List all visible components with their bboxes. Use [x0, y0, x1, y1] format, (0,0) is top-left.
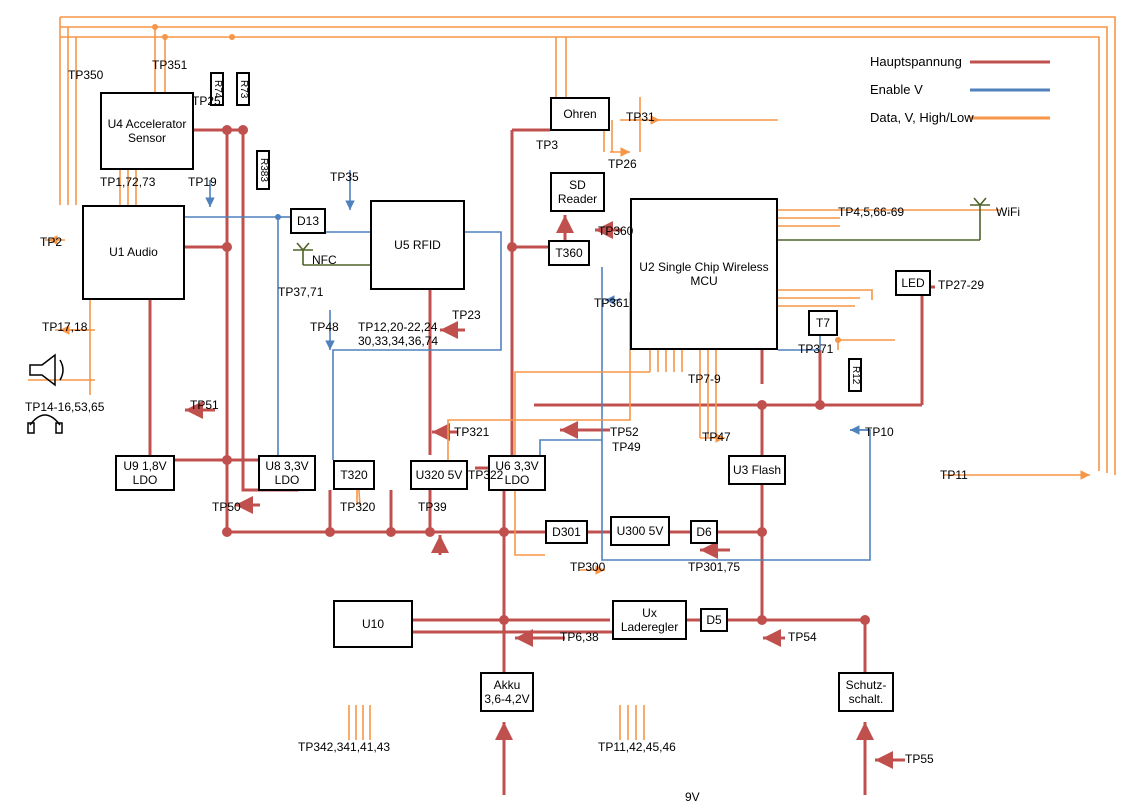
block-akku: Akku 3,6-4,2V [480, 672, 534, 712]
legend-data: Data, V, High/Low [870, 110, 974, 125]
tp371: TP371 [798, 342, 833, 356]
tp39: TP39 [418, 500, 447, 514]
tp3: TP3 [536, 138, 558, 152]
tp172: TP1,72,73 [100, 175, 155, 189]
tp351: TP351 [152, 58, 187, 72]
tp350: TP350 [68, 68, 103, 82]
tp27: TP27-29 [938, 278, 984, 292]
tp23: TP23 [452, 308, 481, 322]
block-u5: U5 RFID [370, 200, 465, 290]
tp342: TP342,341,41,43 [298, 740, 390, 754]
tp26: TP26 [608, 157, 637, 171]
block-u8: U8 3,3V LDO [258, 455, 316, 491]
block-t7: T7 [808, 310, 838, 336]
tp2: TP2 [40, 235, 62, 249]
block-r73: R73 [236, 72, 250, 106]
tp321: TP321 [454, 425, 489, 439]
block-t320: T320 [333, 460, 375, 490]
block-u9: U9 1,8V LDO [115, 455, 175, 491]
legend-haupt: Hauptspannung [870, 54, 962, 69]
tp1416: TP14-16,53,65 [25, 400, 104, 414]
tp19: TP19 [188, 175, 217, 189]
tp35: TP35 [330, 170, 359, 184]
block-d6: D6 [690, 520, 718, 544]
block-r383: R383 [256, 150, 270, 190]
tp47: TP47 [702, 430, 731, 444]
tp51: TP51 [190, 398, 219, 412]
tp25: TP25 [192, 94, 221, 108]
tp360: TP360 [598, 224, 633, 238]
block-u10: U10 [333, 600, 413, 648]
v9: 9V [685, 790, 700, 804]
block-sd: SD Reader [550, 172, 605, 212]
tp1220: TP12,20-22,24 30,33,34,36,74 [358, 320, 438, 348]
block-d5: D5 [700, 608, 728, 632]
block-u3: U3 Flash [728, 455, 786, 485]
nfc: NFC [312, 253, 337, 267]
block-ohren: Ohren [550, 97, 610, 131]
block-u2: U2 Single Chip Wireless MCU [630, 198, 778, 350]
block-ux: Ux Laderegler [612, 600, 687, 640]
block-d13: D13 [290, 208, 326, 234]
tp11: TP11 [940, 468, 968, 482]
block-schutz: Schutz- schalt. [838, 672, 894, 712]
block-t360: T360 [548, 240, 590, 266]
tp1142: TP11,42,45,46 [598, 740, 676, 754]
block-u320: U320 5V [410, 460, 468, 490]
tp638: TP6,38 [560, 630, 599, 644]
tp361: TP361 [594, 296, 629, 310]
block-u300: U300 5V [610, 516, 670, 546]
block-led: LED [895, 270, 931, 296]
wifi: WiFi [996, 205, 1020, 219]
tp55: TP55 [905, 752, 934, 766]
tp48: TP48 [310, 320, 339, 334]
tp322: TP322 [468, 468, 503, 482]
tp79: TP7-9 [688, 372, 721, 386]
tp300: TP300 [570, 560, 605, 574]
block-u1: U1 Audio [82, 205, 185, 300]
legend-enable: Enable V [870, 82, 923, 97]
tp301: TP301,75 [688, 560, 740, 574]
tp4566: TP4,5,66-69 [838, 205, 904, 219]
tp31: TP31 [626, 110, 655, 124]
tp49: TP49 [612, 440, 641, 454]
tp50: TP50 [212, 500, 241, 514]
tp10: TP10 [865, 425, 894, 439]
block-d301: D301 [545, 520, 588, 544]
tp1718: TP17,18 [42, 320, 87, 334]
tp320: TP320 [340, 500, 375, 514]
tp52: TP52 [610, 425, 639, 439]
block-u4: U4 Accelerator Sensor [100, 92, 194, 170]
tp37: TP37,71 [278, 285, 323, 299]
block-r12: R12 [848, 358, 862, 392]
tp54: TP54 [788, 630, 817, 644]
